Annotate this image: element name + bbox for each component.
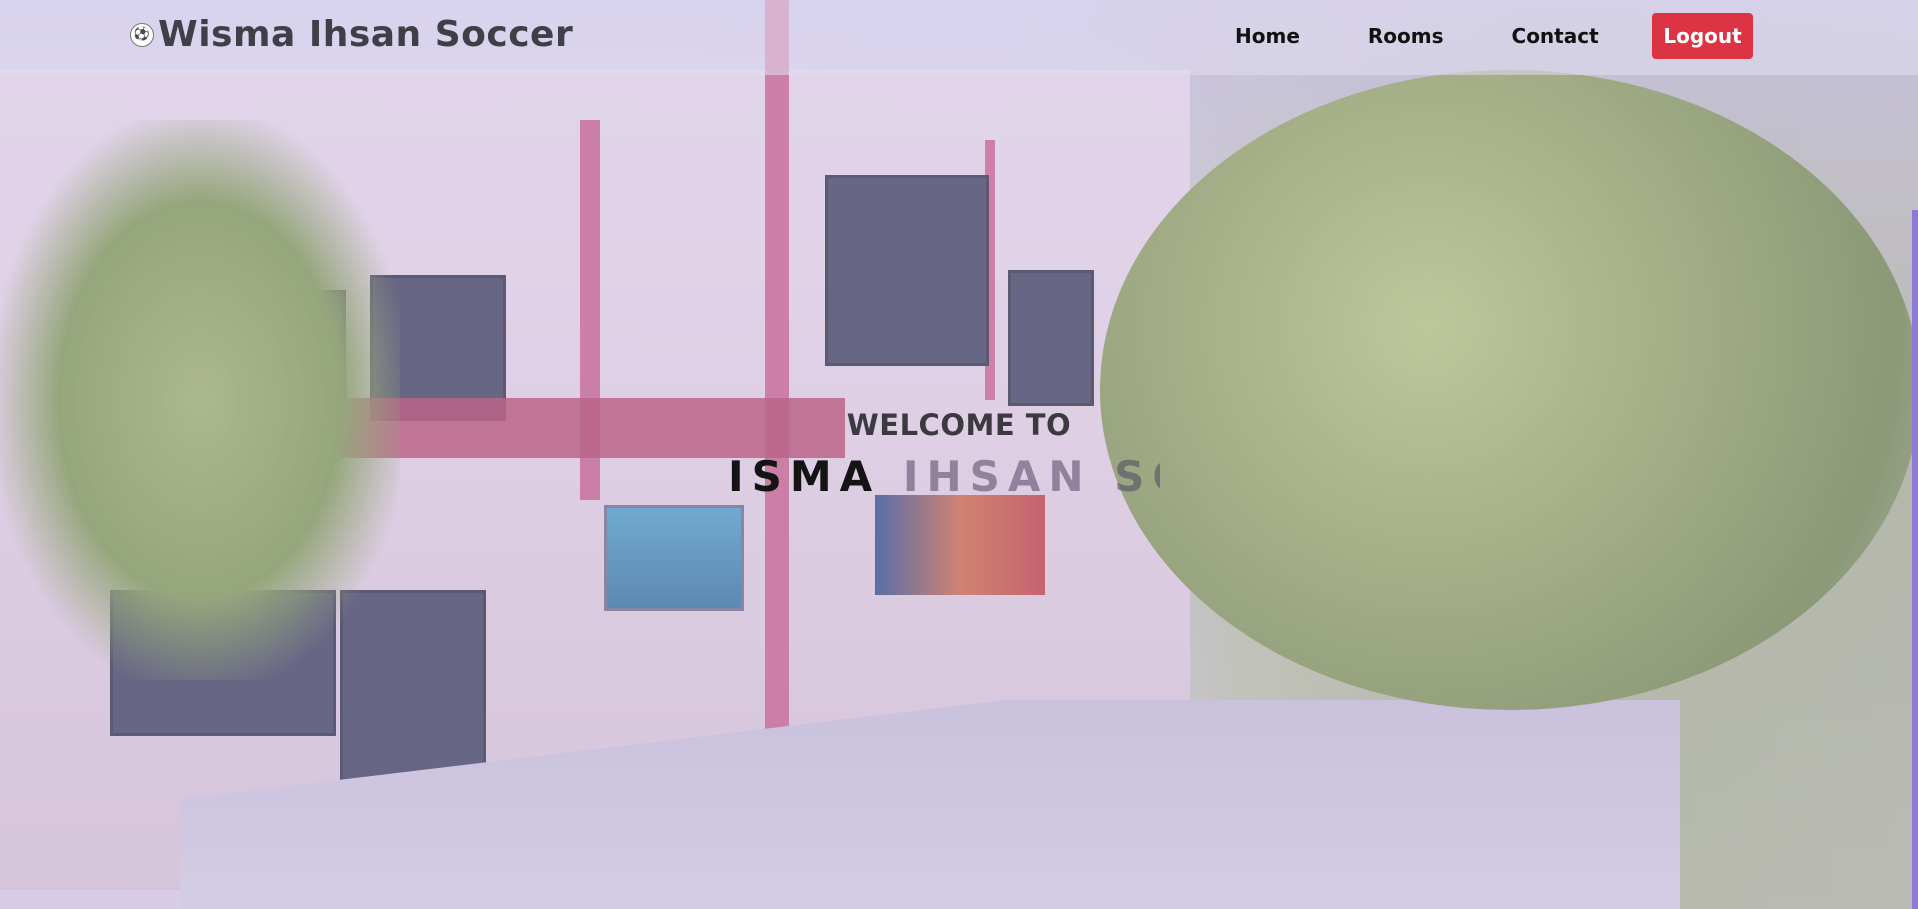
hero-title-dark: ISMA xyxy=(728,452,903,501)
brand-name[interactable]: Wisma Ihsan Soccer xyxy=(158,14,573,55)
navbar: ⚽ Wisma Ihsan Soccer Home Rooms Contact … xyxy=(0,0,1918,75)
nav-contact-link[interactable]: Contact xyxy=(1512,24,1599,48)
hero-title-faded: IHSAN SOCC xyxy=(902,452,1160,501)
nav-rooms-link[interactable]: Rooms xyxy=(1368,24,1444,48)
nav-links: Home Rooms Contact xyxy=(1235,24,1667,48)
hero-title: ISMA IHSAN SOCC xyxy=(728,452,1160,504)
nav-home-link[interactable]: Home xyxy=(1235,24,1300,48)
logout-button[interactable]: Logout xyxy=(1652,13,1753,59)
hero-welcome-text: WELCOME TO xyxy=(846,408,1072,442)
scrollbar[interactable] xyxy=(1912,210,1918,909)
soccer-ball-icon: ⚽ xyxy=(130,22,154,47)
brand[interactable]: ⚽ Wisma Ihsan Soccer xyxy=(130,14,573,55)
